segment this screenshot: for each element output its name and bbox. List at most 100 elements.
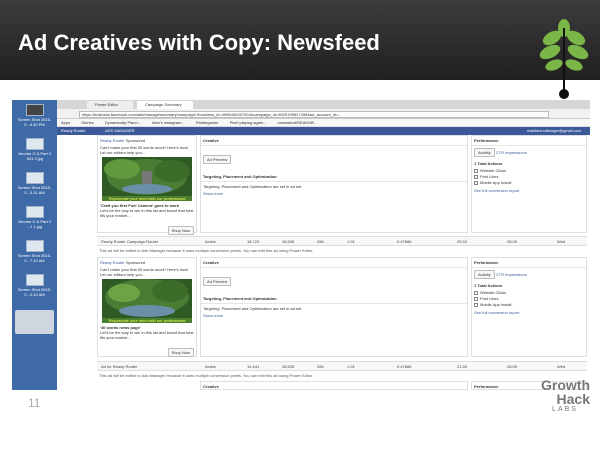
row-results: 286 — [317, 239, 324, 244]
address-input[interactable]: https://business.facebook.com/ads/manage… — [79, 111, 549, 118]
row-edit-note: This ad will be edited in Ads Manager be… — [99, 373, 314, 378]
targeting-text: Targeting, Placement and Optimization ar… — [203, 306, 302, 311]
browser-window: Power Editor Campaign Summary https://bu… — [57, 100, 590, 390]
targeting-header: Targeting, Placement and Optimization — [201, 294, 467, 304]
bookmark-item[interactable]: Dynamically Plann... — [105, 120, 141, 125]
ad-image-caption: Rejuvenate your mind with our profession… — [102, 196, 192, 201]
ad-preview-button[interactable]: Ad Preview — [203, 277, 232, 286]
tab-ctr[interactable]: CTR — [496, 150, 504, 155]
bookmark-item[interactable]: Pixel playing again... — [230, 120, 267, 125]
tab-activity[interactable]: Activity — [474, 270, 495, 279]
bookmark-item[interactable]: Alan's instagram... — [152, 120, 185, 125]
targeting-text: Targeting, Placement and Optimization ar… — [203, 184, 302, 189]
ad-copy: Can't make your first 35 words short? He… — [100, 267, 189, 277]
performance-panel: Performance Activity CTR Impressions 1 T… — [471, 257, 587, 357]
ads-manager-label[interactable]: ADS MANAGER — [105, 128, 135, 133]
desktop-file[interactable]: Jerome G & Part 2 ...1 1.jpg — [15, 206, 54, 229]
ad-image: Rejuvenate your mind with our profession… — [102, 279, 192, 323]
tab-impressions[interactable]: Impressions — [505, 150, 527, 155]
keyboard-viewer-icon — [15, 310, 54, 334]
table-row[interactable]: Ad for Ready Router Active 12,441 28,535… — [97, 361, 587, 371]
ad-preview-card: Ready Router Sponsored Can't make your f… — [97, 135, 197, 243]
show-more-link[interactable]: Show more — [201, 191, 467, 196]
performance-header: Performance — [472, 136, 586, 146]
ad-preview-card: Ready Router Sponsored Can't make your f… — [97, 257, 197, 365]
row-status: Active — [205, 364, 216, 369]
desktop-file[interactable]: Screen Shot 2015-0...7.10 AM — [15, 240, 54, 263]
bookmark-item[interactable]: Apps — [61, 120, 70, 125]
file-label: Screen Shot 2015-0...6.40 PM — [17, 117, 52, 127]
desktop-files-column: Screen Shot 2015-0...6.40 PM Jerome G & … — [12, 100, 57, 390]
url-bar: https://business.facebook.com/ads/manage… — [57, 109, 590, 119]
ad-image-caption: Rejuvenate your mind with our profession… — [102, 318, 192, 323]
ad-image: Rejuvenate your mind with our profession… — [102, 157, 192, 201]
shop-now-button[interactable]: Shop Now — [167, 348, 194, 357]
row-frequency: 1.91 — [347, 364, 355, 369]
file-thumbnail-icon — [25, 240, 44, 252]
tab-activity[interactable]: Activity — [474, 148, 495, 157]
row-frequency: 1.91 — [347, 239, 355, 244]
file-thumbnail-icon — [25, 206, 44, 218]
file-label: Screen Shot 2015-0...0.44 AM — [17, 287, 52, 297]
file-thumbnail-icon — [25, 138, 44, 150]
creative-header: Creative — [201, 258, 467, 268]
bookmarks-bar: Apps Stories Dynamically Plann... Alan's… — [57, 119, 590, 127]
row-reach: 18,723 — [247, 239, 260, 244]
desktop-file[interactable]: Screen Shot 2015-0...0.44 AM — [15, 274, 54, 297]
file-thumbnail-icon — [25, 274, 44, 286]
creative-panel: Creative Ad Preview Targeting, Placement… — [200, 257, 468, 357]
slide-number: 11 — [28, 396, 41, 410]
desktop-file[interactable]: Screen Shot 2015-0...6.40 PM — [15, 104, 54, 127]
ad-copy: Can't make your first 35 words short? He… — [100, 145, 189, 155]
desktop-file[interactable]: Jerome G & Part 2 .541 2.jpg — [15, 138, 54, 161]
file-label: Jerome G & Part 2 ...1 1.jpg — [17, 219, 52, 229]
row-budget: 28.09 — [507, 364, 518, 369]
user-email[interactable]: matthew.ralburger@gmail.com — [527, 128, 581, 133]
show-more-link[interactable]: Show more — [201, 313, 467, 318]
creative-panel: Creative — [200, 381, 468, 390]
row-schedule: Wed — [557, 364, 566, 369]
row-spent: 21.55 — [457, 364, 468, 369]
row-impressions: 28,535 — [282, 239, 295, 244]
creative-header: Creative — [201, 136, 467, 146]
row-impressions: 28,535 — [282, 364, 295, 369]
performance-panel: Performance Activity CTR Impressions 1 T… — [471, 135, 587, 233]
tab-impressions[interactable]: Impressions — [505, 272, 527, 277]
bookmark-item[interactable]: unmasked/README... — [278, 120, 318, 125]
shop-now-button[interactable]: Shop Now — [167, 226, 194, 235]
row-spent: 25.52 — [457, 239, 468, 244]
ad-body: Let's be the way to win in this list and… — [100, 330, 194, 340]
row-name[interactable]: Ready Router Campaign Router — [101, 239, 158, 244]
table-row[interactable]: Ready Router Campaign Router Active 18,7… — [97, 236, 587, 246]
page-name[interactable]: Ready Router — [100, 138, 125, 143]
conversion-report-link[interactable]: See full conversion report — [472, 186, 586, 195]
row-cost: 0.47886 — [397, 364, 412, 369]
garden-image-icon — [102, 157, 192, 201]
file-label: Screen Shot 2015-0...3.31 AM — [17, 185, 52, 195]
garden-image-icon — [102, 279, 192, 323]
row-name[interactable]: Ad for Ready Router — [101, 364, 137, 369]
total-actions-label: 1 Total Actions — [474, 161, 503, 166]
row-status: Active — [205, 239, 216, 244]
plant-logo-icon — [539, 19, 589, 99]
desktop-file[interactable]: Screen Shot 2015-0...3.31 AM — [15, 172, 54, 195]
slide-title: Ad Creatives with Copy: Newsfeed — [18, 30, 380, 55]
file-thumbnail-icon — [25, 104, 44, 116]
creative-header: Creative — [201, 382, 467, 390]
tab-ctr[interactable]: CTR — [496, 272, 504, 277]
ad-preview-button[interactable]: Ad Preview — [203, 155, 232, 164]
bookmark-item[interactable]: Stories — [81, 120, 93, 125]
row-reach: 12,441 — [247, 364, 260, 369]
brand-line-3: LABS — [552, 406, 578, 413]
page-name[interactable]: Ready Router — [100, 260, 125, 265]
tab-power-editor[interactable]: Power Editor — [87, 101, 133, 109]
creative-panel: Creative Ad Preview Targeting, Placement… — [200, 135, 468, 233]
performance-header: Performance — [472, 258, 586, 268]
facebook-nav-bar: Ready Router ADS MANAGER matthew.ralburg… — [57, 127, 590, 135]
account-name[interactable]: Ready Router — [61, 128, 86, 133]
conversion-report-link[interactable]: See full conversion report — [472, 308, 586, 317]
total-actions-label: 1 Total Actions — [474, 283, 503, 288]
tab-campaign-summary[interactable]: Campaign Summary — [137, 101, 193, 109]
row-edit-note: This ad will be edited in Ads Manager be… — [99, 248, 314, 253]
bookmark-item[interactable]: Riddlegamer — [196, 120, 219, 125]
